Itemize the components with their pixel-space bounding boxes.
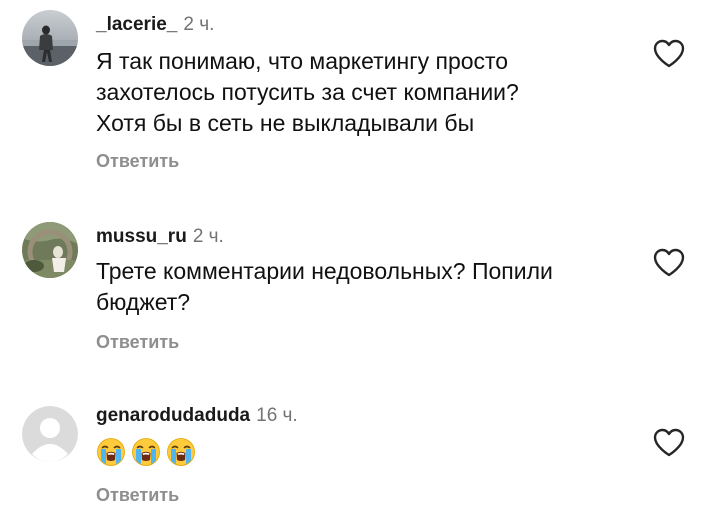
comment-meta: _lacerie_ 2 ч. <box>96 14 214 36</box>
heart-outline-icon[interactable] <box>652 427 686 459</box>
heart-outline-icon[interactable] <box>652 247 686 279</box>
reply-button[interactable]: Ответить <box>96 484 179 506</box>
comment-text-line: захотелось потусить за счет компании? <box>96 79 519 105</box>
comment-emojis: 😭 😭 😭 <box>96 437 196 467</box>
comment-text-line: Трете комментарии недовольных? Попили <box>96 258 553 284</box>
comment-text-line: Хотя бы в сеть не выкладывали бы <box>96 110 475 136</box>
timestamp: 2 ч. <box>183 14 215 35</box>
heart-outline-icon[interactable] <box>652 38 686 70</box>
loudly-crying-face-icon <box>167 438 195 466</box>
comment-meta: genarodudaduda 16 ч. <box>96 405 298 427</box>
timestamp: 2 ч. <box>192 226 224 247</box>
loudly-crying-face-icon <box>97 438 125 466</box>
timestamp: 16 ч. <box>256 405 298 426</box>
loudly-crying-face-icon <box>132 438 160 466</box>
comment-text-line: Я так понимаю, что маркетингу просто <box>96 48 509 74</box>
username[interactable]: genarodudaduda <box>96 405 250 426</box>
reply-button[interactable]: Ответить <box>96 150 179 172</box>
comment-text-line: бюджет? <box>96 289 191 315</box>
username[interactable]: mussu_ru <box>96 226 187 247</box>
reply-button[interactable]: Ответить <box>96 331 179 353</box>
avatar-photo <box>22 222 78 278</box>
comment-text: Трете комментарии недовольных? Попили бю… <box>96 256 636 318</box>
default-avatar-icon[interactable] <box>22 406 78 462</box>
comment-meta: mussu_ru 2 ч. <box>96 226 224 248</box>
avatar-photo <box>22 10 78 66</box>
comment-text: Я так понимаю, что маркетингу просто зах… <box>96 46 636 139</box>
username[interactable]: _lacerie_ <box>96 14 177 35</box>
avatar[interactable] <box>22 222 78 278</box>
avatar[interactable] <box>22 10 78 66</box>
